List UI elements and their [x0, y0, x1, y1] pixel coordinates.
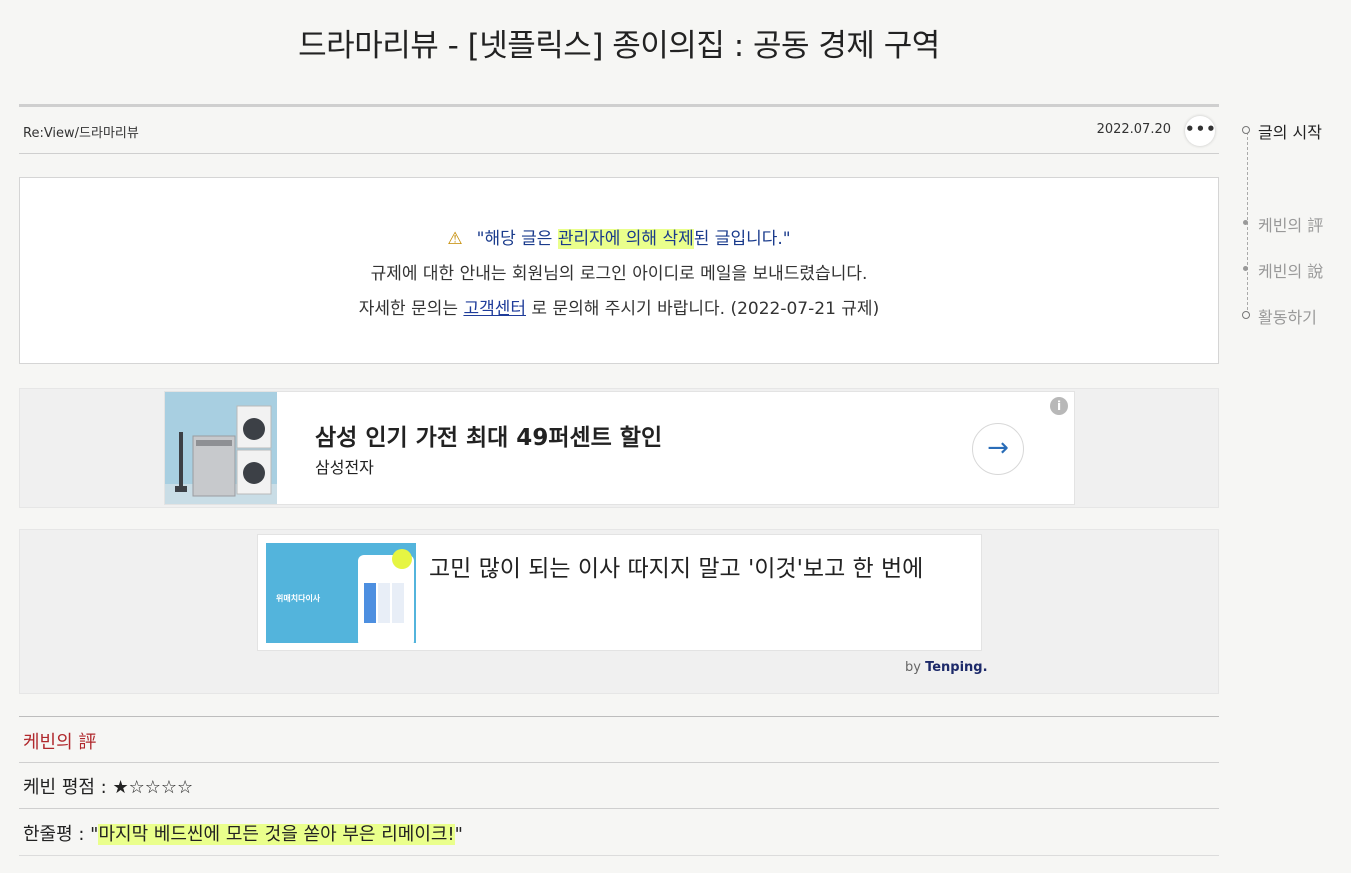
post-meta-bar: Re:View/드라마리뷰 2022.07.20 ••• — [19, 110, 1219, 154]
toc-item-activity[interactable]: 활동하기 — [1258, 304, 1317, 328]
page-title: 드라마리뷰 - [넷플릭스] 종이의집 : 공동 경제 구역 — [298, 28, 940, 64]
ad-banner-samsung: 삼성 인기 가전 최대 49퍼센트 할인 삼성전자 → i — [19, 388, 1219, 508]
ad-card[interactable]: 삼성 인기 가전 최대 49퍼센트 할인 삼성전자 → i — [164, 391, 1075, 505]
rating-label: 케빈 평점 : — [23, 777, 113, 798]
section-divider — [19, 808, 1219, 809]
rating-row: 케빈 평점 : ★☆☆☆☆ — [23, 773, 193, 799]
tenping-logo-dot: . — [982, 660, 988, 675]
section-divider — [19, 716, 1219, 717]
ad-product-image[interactable] — [165, 392, 277, 504]
notice-contact-info: 자세한 문의는 고객센터 로 문의해 주시기 바랍니다. (2022-07-21… — [20, 294, 1218, 319]
arrow-right-icon[interactable]: → — [972, 423, 1024, 475]
notice-highlight: 관리자에 의해 삭제 — [557, 229, 694, 249]
toc-marker — [1243, 266, 1248, 271]
ad-title[interactable]: 삼성 인기 가전 최대 49퍼센트 할인 — [315, 418, 662, 452]
ad-title[interactable]: 고민 많이 되는 이사 따지지 말고 '이것'보고 한 번에 — [429, 549, 923, 583]
one-line-review-row: 한줄평 : "마지막 베드씬에 모든 것을 쏟아 부은 리메이크!" — [23, 820, 463, 846]
ad-thumbnail-caption: 위매치다이사 — [276, 594, 321, 603]
one-line-suffix: " — [454, 824, 463, 845]
notice-deleted-message: ⚠ "해당 글은 관리자에 의해 삭제된 글입니다." — [20, 224, 1218, 249]
provider-prefix: by — [905, 660, 926, 675]
review-section-title: 케빈의 評 — [23, 732, 97, 753]
toc-item-review[interactable]: 케빈의 評 — [1258, 212, 1323, 236]
notice-text-suffix: 된 글입니다." — [693, 229, 791, 249]
one-line-review-text: 마지막 베드씬에 모든 것을 쏟아 부은 리메이크! — [98, 824, 455, 845]
notice-contact-prefix: 자세한 문의는 — [358, 299, 464, 319]
more-options-button[interactable]: ••• — [1185, 116, 1216, 146]
section-divider — [19, 855, 1219, 856]
table-of-contents: 글의 시작 케빈의 評 케빈의 說 활동하기 — [1236, 118, 1346, 328]
deleted-post-notice: ⚠ "해당 글은 관리자에 의해 삭제된 글입니다." 규제에 대한 안내는 회원… — [19, 177, 1219, 364]
post-date: 2022.07.20 — [1096, 122, 1171, 137]
customer-center-link[interactable]: 고객센터 — [463, 299, 526, 319]
toc-item-start[interactable]: 글의 시작 — [1258, 119, 1322, 143]
toc-item-story[interactable]: 케빈의 說 — [1258, 258, 1323, 282]
notice-text-prefix: "해당 글은 — [476, 229, 558, 249]
rating-stars: ★☆☆☆☆ — [112, 777, 194, 798]
category-breadcrumb[interactable]: Re:View/드라마리뷰 — [23, 122, 139, 141]
toc-marker-start — [1242, 126, 1250, 134]
section-divider — [19, 762, 1219, 763]
tenping-logo: Tenping — [925, 660, 983, 675]
ad-thumbnail[interactable]: 위매치다이사 — [266, 543, 416, 643]
ad-card[interactable]: 위매치다이사 고민 많이 되는 이사 따지지 말고 '이것'보고 한 번에 — [257, 534, 982, 651]
notice-contact-suffix: 로 문의해 주시기 바랍니다. (2022-07-21 규제) — [526, 299, 880, 319]
title-divider — [19, 104, 1219, 107]
ad-provider-credit[interactable]: by Tenping. — [905, 660, 988, 675]
toc-marker — [1243, 220, 1248, 225]
one-line-label: 한줄평 : " — [23, 824, 99, 845]
notice-mail-info: 규제에 대한 안내는 회원님의 로그인 아이디로 메일을 보내드렸습니다. — [370, 264, 868, 284]
info-icon[interactable]: i — [1050, 397, 1068, 415]
warning-icon: ⚠ — [447, 229, 463, 249]
ad-banner-tenping: 위매치다이사 고민 많이 되는 이사 따지지 말고 '이것'보고 한 번에 by… — [19, 529, 1219, 694]
toc-marker-end — [1242, 311, 1250, 319]
appliances-illustration — [165, 392, 277, 504]
ad-advertiser: 삼성전자 — [315, 458, 374, 477]
